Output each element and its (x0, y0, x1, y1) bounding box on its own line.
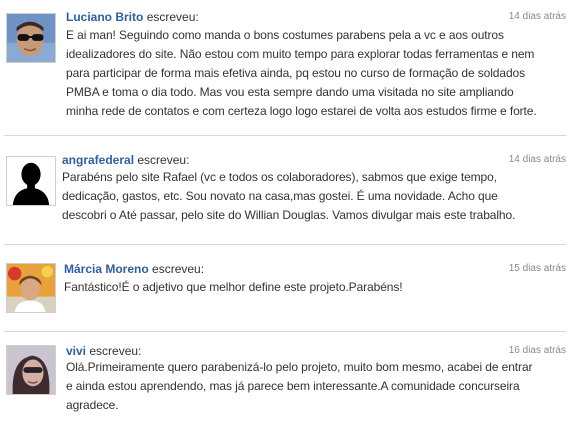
comment-verb: escreveu: (146, 10, 199, 24)
comment-line: para participar de forma mais efetiva ai… (66, 66, 526, 80)
comment-line: descobri o Até passar, pelo site do Will… (62, 208, 516, 222)
avatar[interactable] (6, 13, 56, 63)
comment-divider (4, 244, 566, 245)
comment-line: Olá.Primeiramente quero parabenizá-lo pe… (66, 360, 533, 374)
comment-timestamp: 15 dias atrás (508, 263, 566, 274)
comment-line: idealizadores do site. Não estou com mui… (66, 47, 535, 61)
avatar[interactable] (6, 345, 56, 395)
comment-verb: escreveu: (89, 344, 142, 358)
comment-timestamp: 14 dias atrás (508, 154, 566, 165)
comment-divider (4, 331, 566, 332)
comment-line: PMBA e toma o dia todo. Mas vou esta sem… (66, 85, 514, 99)
comment-line: e ainda estou aprendendo, mas já parece … (66, 379, 520, 393)
comment-text: Fantástico!É o adjetivo que melhor defin… (64, 278, 403, 297)
comment-text: Olá.Primeiramente quero parabenizá-lo pe… (66, 358, 533, 415)
comment-author-link[interactable]: vivi (66, 344, 86, 358)
comment-verb: escreveu: (137, 153, 190, 167)
comment-author-link[interactable]: angrafederal (62, 153, 134, 167)
comment-text: Parabéns pelo site Rafael (vc e todos os… (62, 168, 515, 225)
comment-line: agradece. (66, 398, 119, 412)
comment-timestamp: 16 dias atrás (508, 345, 566, 356)
comment-author-link[interactable]: Márcia Moreno (64, 262, 149, 276)
comment-author-link[interactable]: Luciano Brito (66, 10, 143, 24)
comment-text: E ai man! Seguindo como manda o bons cos… (66, 26, 537, 121)
avatar[interactable] (6, 263, 56, 313)
comment-line: E ai man! Seguindo como manda o bons cos… (66, 28, 504, 42)
comment-verb: escreveu: (152, 262, 205, 276)
comment-line: Fantástico!É o adjetivo que melhor defin… (64, 280, 403, 294)
comment-divider (4, 135, 566, 136)
comment-line: Parabéns pelo site Rafael (vc e todos os… (62, 170, 497, 184)
comment-line: minha rede de contatos e com certeza log… (66, 104, 537, 118)
comment-line: dedicação, gastos, etc. Sou novato na ca… (62, 189, 498, 203)
comment-timestamp: 14 dias atrás (508, 11, 566, 22)
avatar[interactable] (6, 156, 56, 206)
